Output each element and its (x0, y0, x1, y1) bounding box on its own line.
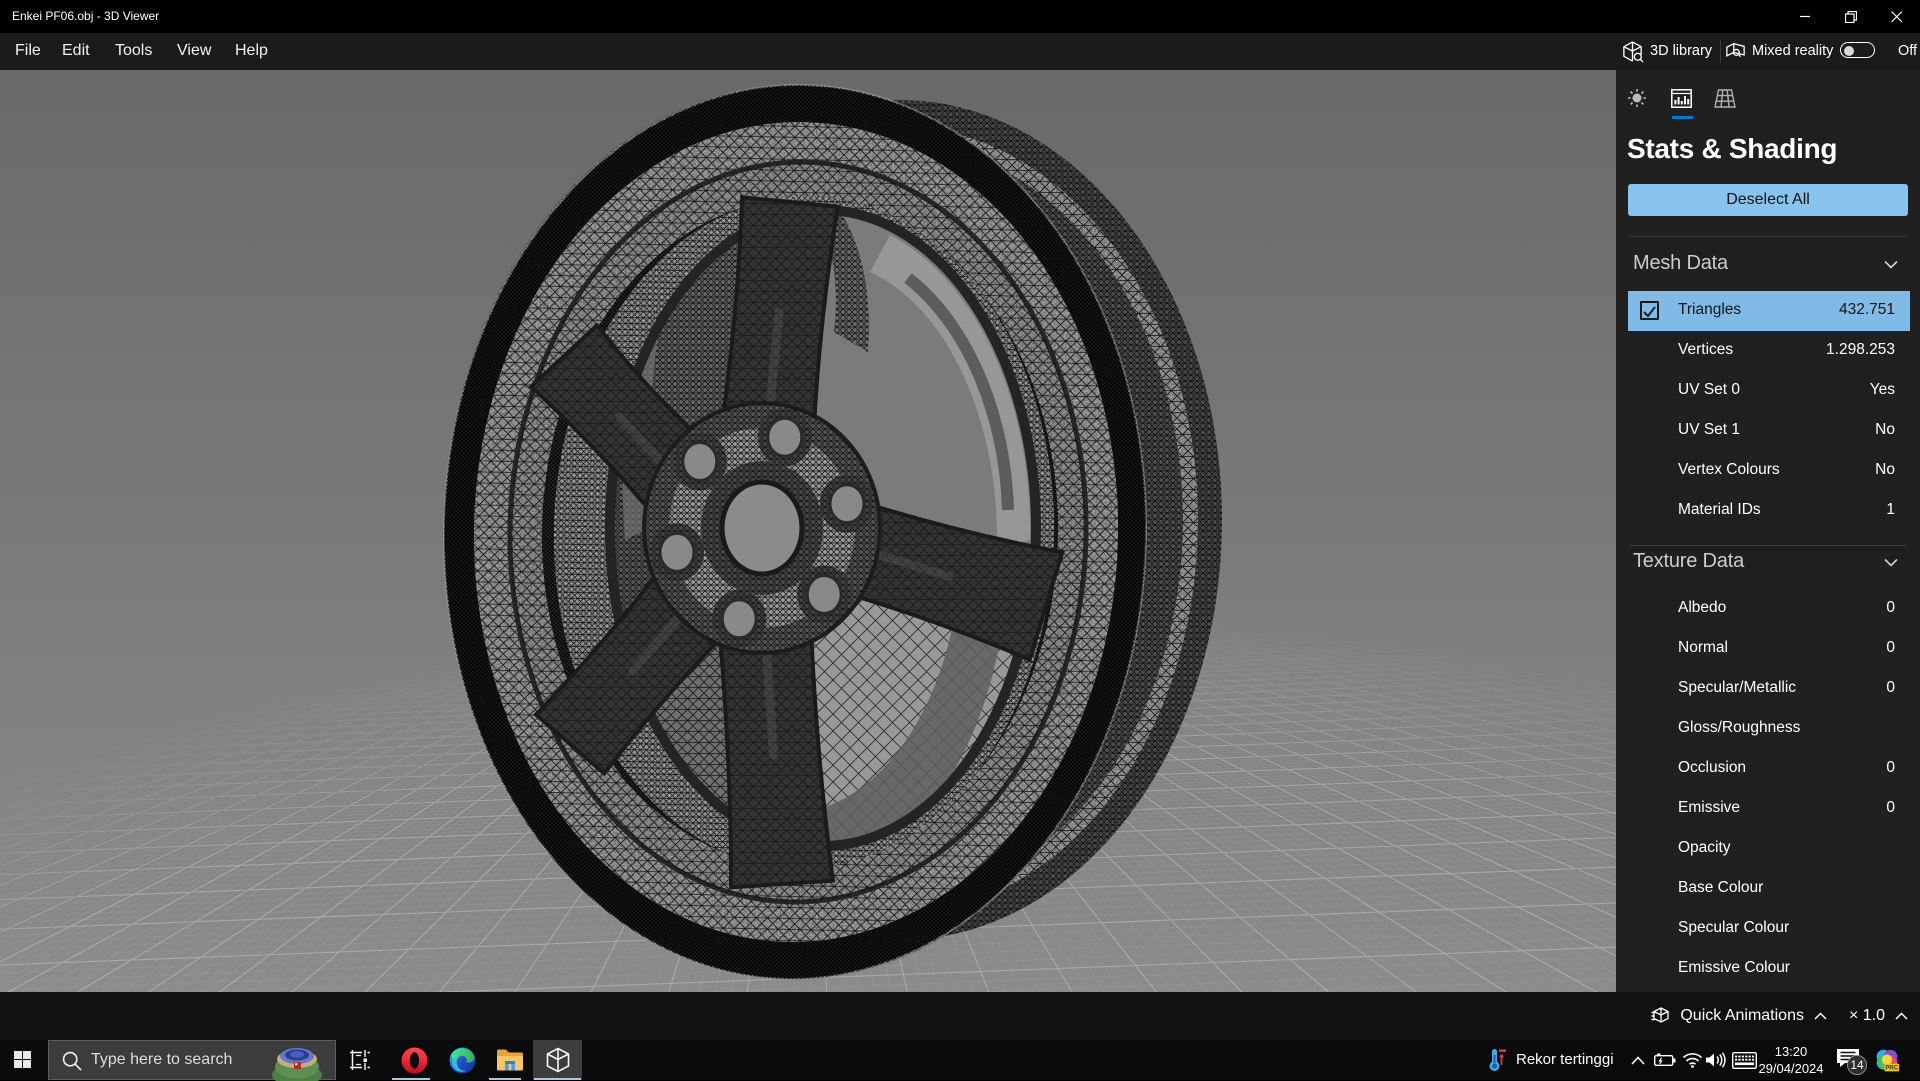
svg-text:PRC: PRC (1885, 1066, 1898, 1072)
